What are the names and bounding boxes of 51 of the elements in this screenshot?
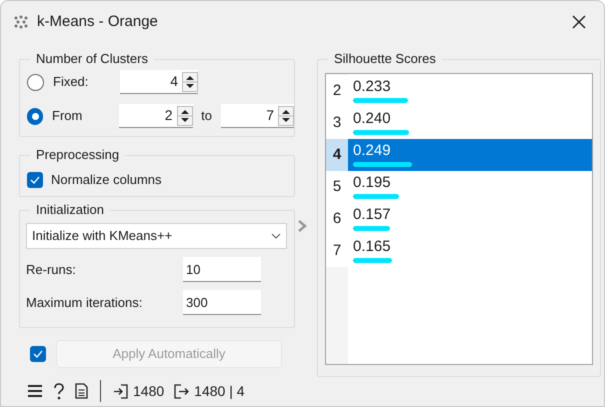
radio-button[interactable]: [27, 108, 44, 124]
spin-box[interactable]: 7: [220, 104, 294, 128]
score-value: 0.157: [353, 206, 392, 223]
input-count: 1480: [133, 382, 164, 400]
app-logo-icon: [13, 15, 29, 29]
spin-box[interactable]: 4: [120, 70, 198, 94]
chevron-right-icon: [297, 218, 307, 232]
document-icon[interactable]: [75, 383, 88, 399]
score-value: 0.240: [353, 110, 392, 127]
field-label: Maximum iterations:: [26, 294, 144, 312]
radio-button[interactable]: [27, 74, 44, 90]
input-icon: [113, 384, 128, 398]
menu-icon[interactable]: [27, 384, 43, 398]
spin-value: 2: [164, 106, 174, 125]
checkbox-label: Normalize columns: [51, 171, 162, 189]
dropdown-value: Initialize with KMeans++: [32, 227, 172, 246]
checkbox[interactable]: [30, 346, 46, 362]
spin-box[interactable]: 2: [119, 104, 192, 128]
spin-arrows-icon[interactable]: [278, 106, 294, 126]
row-header[interactable]: 4: [326, 139, 348, 171]
score-value: 0.233: [353, 78, 392, 95]
dropdown[interactable]: Initialize with KMeans++: [26, 223, 287, 249]
checkmark-icon: [30, 176, 40, 184]
row-header[interactable]: 5: [326, 171, 348, 203]
group-title: Preprocessing: [30, 147, 126, 163]
checkmark-icon: [33, 350, 43, 358]
field-label: Re-runs:: [26, 260, 77, 279]
chevron-down-icon: [271, 233, 281, 239]
option-label: Fixed:: [53, 73, 90, 92]
score-value: 0.165: [353, 238, 392, 255]
checkbox[interactable]: [27, 172, 43, 188]
spin-arrows-icon[interactable]: [182, 72, 198, 92]
row-header[interactable]: 2: [326, 75, 348, 107]
score-row[interactable]: 0.249: [348, 139, 592, 171]
score-value: 0.249: [353, 142, 392, 159]
spin-arrows-icon[interactable]: [176, 106, 192, 126]
input-field[interactable]: 300: [183, 290, 261, 315]
row-header[interactable]: 3: [326, 107, 348, 139]
window-title: k-Means - Orange: [37, 12, 159, 32]
score-value: 0.195: [353, 174, 392, 191]
row-header[interactable]: 6: [326, 203, 348, 235]
output-icon: [174, 384, 190, 398]
option-label: From: [52, 107, 84, 126]
row-header[interactable]: 7: [326, 235, 348, 267]
help-icon[interactable]: [53, 382, 65, 400]
spin-value: 7: [265, 106, 275, 125]
range-label: to: [200, 107, 213, 126]
output-count: 1480 | 4: [194, 382, 245, 401]
spin-value: 4: [169, 72, 179, 91]
close-icon[interactable]: [572, 15, 586, 29]
input-field[interactable]: 10: [183, 257, 261, 282]
